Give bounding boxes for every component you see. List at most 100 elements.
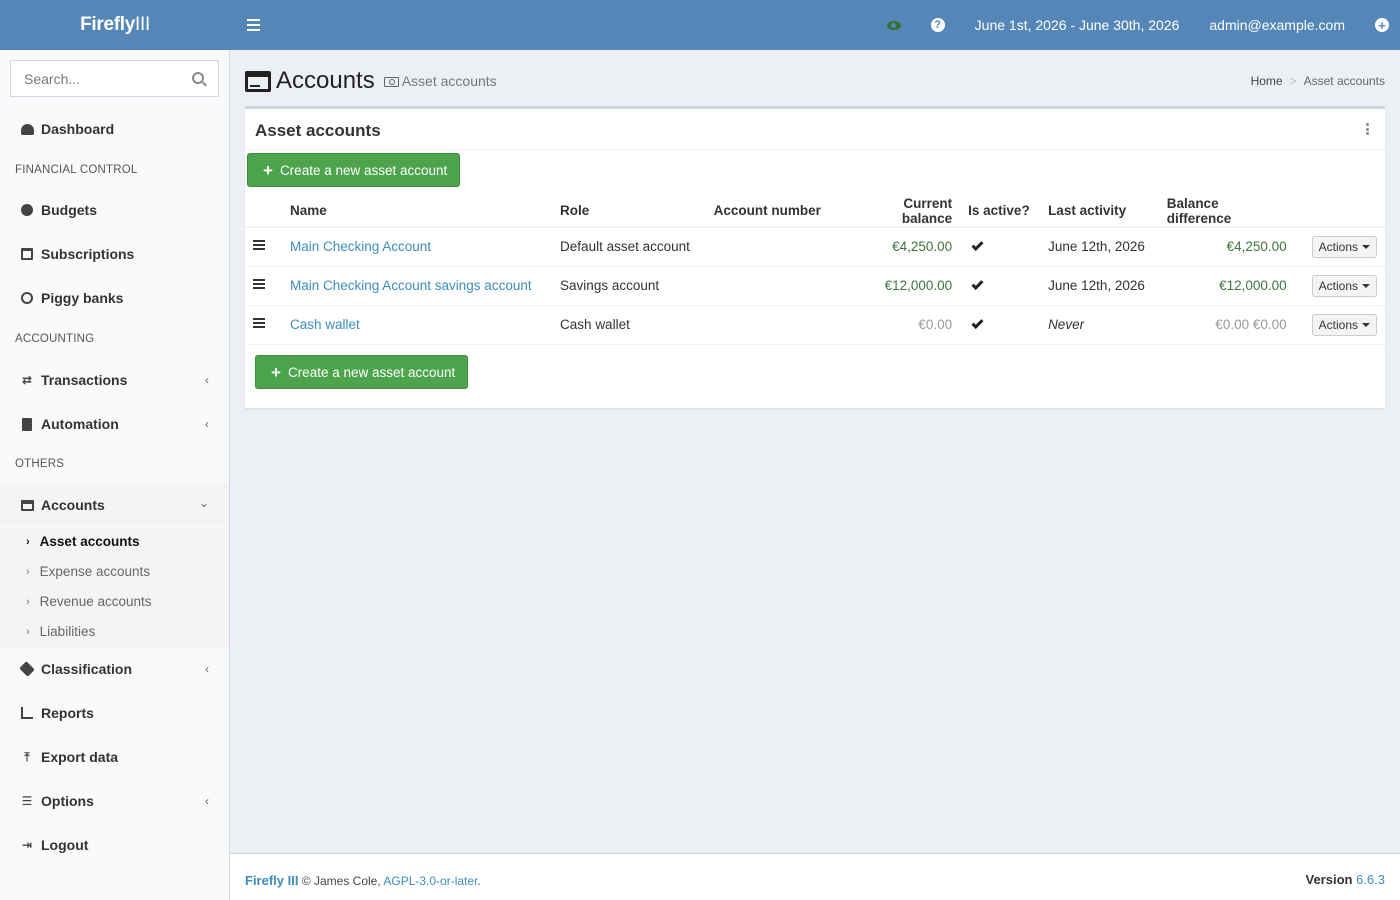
sidebar-item-label: Piggy banks <box>41 290 124 306</box>
sidebar-item-subscriptions[interactable]: Subscriptions <box>0 232 229 276</box>
user-menu[interactable]: admin@example.com <box>1194 0 1360 50</box>
chevron-left-icon: ‹ <box>205 662 209 676</box>
col-balance-difference[interactable]: Balance difference <box>1158 195 1295 228</box>
chevron-down-icon: ⌄ <box>198 496 209 510</box>
chevron-right-icon: › <box>26 565 30 578</box>
is-active-cell <box>960 305 1041 345</box>
sidebar-item-piggy-banks[interactable]: Piggy banks <box>0 276 229 320</box>
calendar-icon <box>20 247 34 261</box>
account-number <box>705 305 846 345</box>
sidebar-item-label: Reports <box>41 705 94 721</box>
sidebar-subitem-liabilities[interactable]: › Liabilities <box>26 624 95 639</box>
logo-bold-text: Firefly <box>80 14 135 35</box>
footer-right: Version 6.6.3 <box>1305 872 1385 887</box>
actions-dropdown-button[interactable]: Actions <box>1311 313 1377 336</box>
actions-label: Actions <box>1318 278 1358 293</box>
sidebar-subitem-label: Revenue accounts <box>39 594 152 609</box>
sidebar-item-transactions[interactable]: ⇄ Transactions ‹ <box>0 358 229 402</box>
plus-icon: + <box>263 160 273 180</box>
footer-license-link[interactable]: AGPL-3.0-or-later <box>383 874 477 888</box>
breadcrumb-separator: > <box>1289 74 1297 88</box>
plus-circle-icon: + <box>1375 18 1389 32</box>
date-range-picker[interactable]: June 1st, 2026 - June 30th, 2026 <box>960 0 1195 50</box>
account-name-link[interactable]: Main Checking Account <box>290 239 431 254</box>
sidebar-item-logout[interactable]: ⇥ Logout <box>0 823 229 867</box>
drag-cell <box>245 227 282 267</box>
col-account-number[interactable]: Account number <box>705 195 846 228</box>
is-active-cell <box>960 266 1041 306</box>
money-icon <box>383 77 399 87</box>
breadcrumb-home-link[interactable]: Home <box>1251 74 1283 88</box>
col-role[interactable]: Role <box>552 195 706 228</box>
balance-difference: €4,250.00 <box>1158 227 1295 267</box>
sidebar-item-label: Export data <box>41 749 119 765</box>
search-icon[interactable] <box>192 72 204 84</box>
account-name-link[interactable]: Main Checking Account savings account <box>290 278 532 293</box>
sidebar-item-dashboard[interactable]: Dashboard <box>0 107 229 151</box>
col-last-activity[interactable]: Last activity <box>1040 195 1159 228</box>
current-balance: €4,250.00 <box>845 227 961 267</box>
bullseye-icon <box>20 291 34 305</box>
sidebar-item-label: Subscriptions <box>41 246 135 262</box>
sidebar-subitem-asset-accounts[interactable]: › Asset accounts <box>26 534 139 549</box>
help-button[interactable]: ? <box>916 0 960 50</box>
caret-down-icon <box>1362 322 1370 327</box>
sidebar-item-options[interactable]: ☰ Options ‹ <box>0 779 229 823</box>
sidebar-item-reports[interactable]: Reports <box>0 691 229 735</box>
footer: Firefly III © James Cole, AGPL-3.0-or-la… <box>230 853 1400 900</box>
sidebar-toggle-icon[interactable] <box>243 15 263 35</box>
sidebar-item-label: Budgets <box>41 202 97 218</box>
button-label: Create a new asset account <box>287 364 456 380</box>
drag-handle-icon[interactable] <box>253 277 266 291</box>
footer-version-label: Version <box>1305 872 1353 887</box>
actions-dropdown-button[interactable]: Actions <box>1311 274 1377 297</box>
upload-icon: ⤒ <box>24 749 30 764</box>
col-current-balance[interactable]: Current balance <box>845 195 961 228</box>
nav-header-others: OTHERS <box>15 458 65 470</box>
hide-amounts-button[interactable] <box>872 0 916 50</box>
footer-app-name[interactable]: Firefly III <box>245 873 298 888</box>
chevron-left-icon: ‹ <box>205 373 209 387</box>
app-logo[interactable]: Firefly III <box>0 0 230 50</box>
sidebar-item-budgets[interactable]: Budgets <box>0 188 229 232</box>
question-circle-icon: ? <box>930 18 945 32</box>
col-name[interactable]: Name <box>281 195 553 228</box>
pie-chart-icon <box>20 203 34 217</box>
create-asset-account-button-bottom[interactable]: + Create a new asset account <box>255 355 469 389</box>
table-row: Main Checking Account savings account Sa… <box>245 266 1385 306</box>
check-icon <box>971 316 984 330</box>
account-role: Default asset account <box>552 227 706 267</box>
sidebar-item-export-data[interactable]: ⤒ Export data <box>0 735 229 779</box>
sidebar-subitem-label: Asset accounts <box>39 534 140 549</box>
credit-card-icon <box>20 498 34 512</box>
drag-handle-icon[interactable] <box>253 238 266 252</box>
nav-header-accounting: ACCOUNTING <box>15 333 95 345</box>
sidebar-subitem-revenue-accounts[interactable]: › Revenue accounts <box>26 594 152 609</box>
sidebar-item-label: Accounts <box>41 497 105 513</box>
check-icon <box>971 277 984 291</box>
tags-icon <box>19 661 35 677</box>
footer-version-link[interactable]: 6.6.3 <box>1356 872 1385 887</box>
actions-dropdown-button[interactable]: Actions <box>1311 235 1377 258</box>
sidebar-item-label: Automation <box>41 416 119 432</box>
account-name-link[interactable]: Cash wallet <box>290 317 360 332</box>
sidebar-item-label: Classification <box>41 661 133 677</box>
quick-create-button[interactable]: + <box>1360 0 1400 50</box>
sidebar-item-label: Transactions <box>41 372 128 388</box>
box-options-icon[interactable] <box>1366 123 1370 135</box>
sidebar-item-accounts[interactable]: Accounts ⌄ <box>0 483 229 527</box>
sidebar-subitem-label: Expense accounts <box>39 564 150 579</box>
drag-handle-icon[interactable] <box>253 316 266 330</box>
sidebar-item-classification[interactable]: Classification ‹ <box>0 647 229 691</box>
create-asset-account-button-top[interactable]: + Create a new asset account <box>247 153 461 187</box>
eye-icon <box>886 20 901 30</box>
col-is-active[interactable]: Is active? <box>960 195 1041 228</box>
sidebar-item-automation[interactable]: Automation ‹ <box>0 402 229 446</box>
sidebar-subitem-expense-accounts[interactable]: › Expense accounts <box>26 564 150 579</box>
sidebar-item-label: Dashboard <box>41 121 115 137</box>
breadcrumb: Home > Asset accounts <box>1251 74 1385 88</box>
chevron-right-icon: › <box>26 595 30 608</box>
search-input[interactable] <box>11 61 181 96</box>
account-number <box>705 266 846 306</box>
table-row: Cash wallet Cash wallet €0.00 Never €0.0… <box>245 305 1385 345</box>
